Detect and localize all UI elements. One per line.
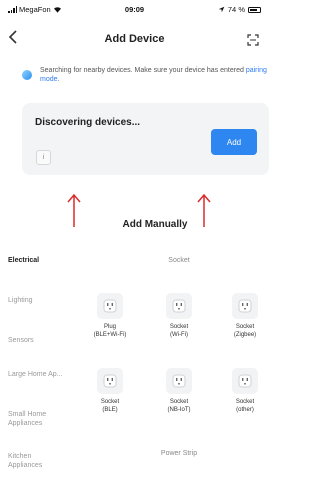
location-icon <box>218 6 225 13</box>
sidebar-item-small-home-appliances[interactable]: Small Home Appliances <box>8 410 58 428</box>
device-socket-ble[interactable]: Socket (BLE) <box>80 368 140 414</box>
status-bar: MegaFon 09:09 74 % <box>0 0 269 20</box>
add-button[interactable]: Add <box>211 129 257 155</box>
device-socket-wifi[interactable]: Socket (Wi-Fi) <box>149 293 209 339</box>
sidebar-item-sensors[interactable]: Sensors <box>8 336 76 345</box>
group-label-power-strip: Power Strip <box>160 450 198 457</box>
device-socket-nb-iot[interactable]: Socket (NB-IoT) <box>149 368 209 414</box>
scan-button[interactable] <box>247 33 259 46</box>
battery-percent: 74 % <box>227 5 245 14</box>
device-socket-zigbee[interactable]: Socket (Zigbee) <box>215 293 275 339</box>
device-name: Plug (BLE+Wi-Fi) <box>93 324 127 338</box>
device-socket-other[interactable]: Socket (other) <box>215 368 275 414</box>
sidebar-item-large-home-appliances[interactable]: Large Home Ap... <box>8 370 70 379</box>
socket-icon <box>97 293 123 319</box>
info-icon: i <box>42 154 45 161</box>
nav-bar: Add Device <box>0 26 269 52</box>
discover-title: Discovering devices... <box>35 117 141 128</box>
sidebar-item-electrical[interactable]: Electrical <box>8 256 76 265</box>
socket-icon <box>232 368 258 394</box>
device-name: Socket (Wi-Fi) <box>169 324 189 338</box>
search-notice-text: Searching for nearby devices. Make sure … <box>40 67 267 83</box>
device-name: Socket (BLE) <box>100 399 120 413</box>
search-notice: Searching for nearby devices. Make sure … <box>22 66 267 84</box>
sidebar-item-lighting[interactable]: Lighting <box>8 296 76 305</box>
battery-icon <box>248 6 261 13</box>
searching-icon <box>22 70 32 80</box>
device-name: Socket (Zigbee) <box>233 324 257 338</box>
discover-card: Discovering devices... Add i <box>22 103 269 175</box>
socket-icon <box>166 368 192 394</box>
scan-icon <box>247 34 259 46</box>
device-name: Socket (NB-IoT) <box>167 399 191 413</box>
status-right: 74 % <box>218 5 261 14</box>
info-button[interactable]: i <box>36 150 51 165</box>
page-title: Add Device <box>104 33 165 45</box>
socket-icon <box>166 293 192 319</box>
socket-icon <box>232 293 258 319</box>
sidebar-item-kitchen-appliances[interactable]: Kitchen Appliances <box>8 452 54 470</box>
device-plug-ble-wifi[interactable]: Plug (BLE+Wi-Fi) <box>80 293 140 339</box>
group-label-socket: Socket <box>168 257 190 264</box>
socket-icon <box>97 368 123 394</box>
add-manually-title: Add Manually <box>122 219 188 230</box>
device-name: Socket (other) <box>235 399 255 413</box>
